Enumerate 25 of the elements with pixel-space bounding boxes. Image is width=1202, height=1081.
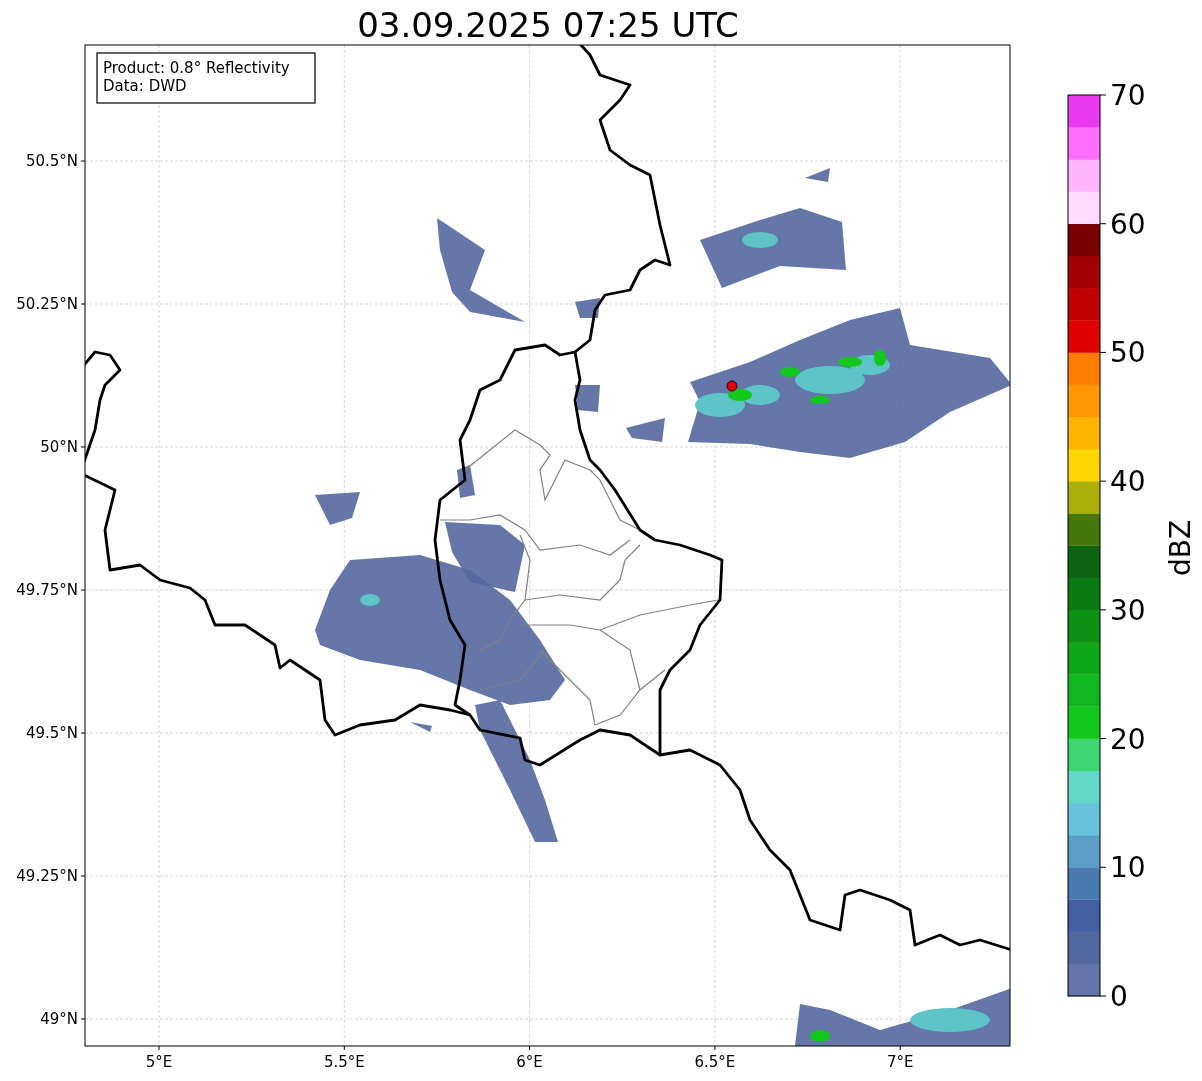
- colorbar-tick-label: 10: [1110, 851, 1146, 885]
- axis-tick-label: 5.5°E: [323, 1053, 365, 1071]
- axis-tick-label: 50°N: [40, 438, 78, 456]
- colorbar-tick-label: 20: [1110, 722, 1146, 756]
- colorbar-tick-label: 70: [1110, 79, 1146, 112]
- axis-tick-label: 49.75°N: [16, 581, 78, 599]
- info-text: Data: DWD: [103, 77, 187, 95]
- colorbar-tick-label: 30: [1110, 593, 1146, 627]
- axis-tick-label: 6.5°E: [694, 1053, 736, 1071]
- axis-tick-label: 49.5°N: [25, 724, 78, 742]
- colorbar-tick-label: 60: [1110, 207, 1146, 241]
- axis-tick-label: 49.25°N: [16, 867, 78, 885]
- axis-tick-label: 5°E: [145, 1053, 173, 1071]
- axis-tick-label: 49°N: [40, 1010, 78, 1028]
- location-marker: [726, 380, 738, 392]
- info-text: Product: 0.8° Reflectivity: [103, 59, 290, 77]
- colorbar-tick-label: 0: [1110, 980, 1128, 1013]
- axis-tick-label: 50.5°N: [25, 152, 78, 170]
- axis-tick-label: 6°E: [516, 1053, 543, 1071]
- colorbar-tick-label: 50: [1110, 336, 1146, 370]
- figure-title: 03.09.2025 07:25 UTC: [357, 5, 739, 45]
- axis-tick-label: 50.25°N: [16, 295, 78, 313]
- axis-tick-label: 7°E: [886, 1053, 914, 1071]
- colorbar-tick-label: 40: [1110, 465, 1146, 499]
- colorbar-label: dBZ: [1164, 519, 1197, 577]
